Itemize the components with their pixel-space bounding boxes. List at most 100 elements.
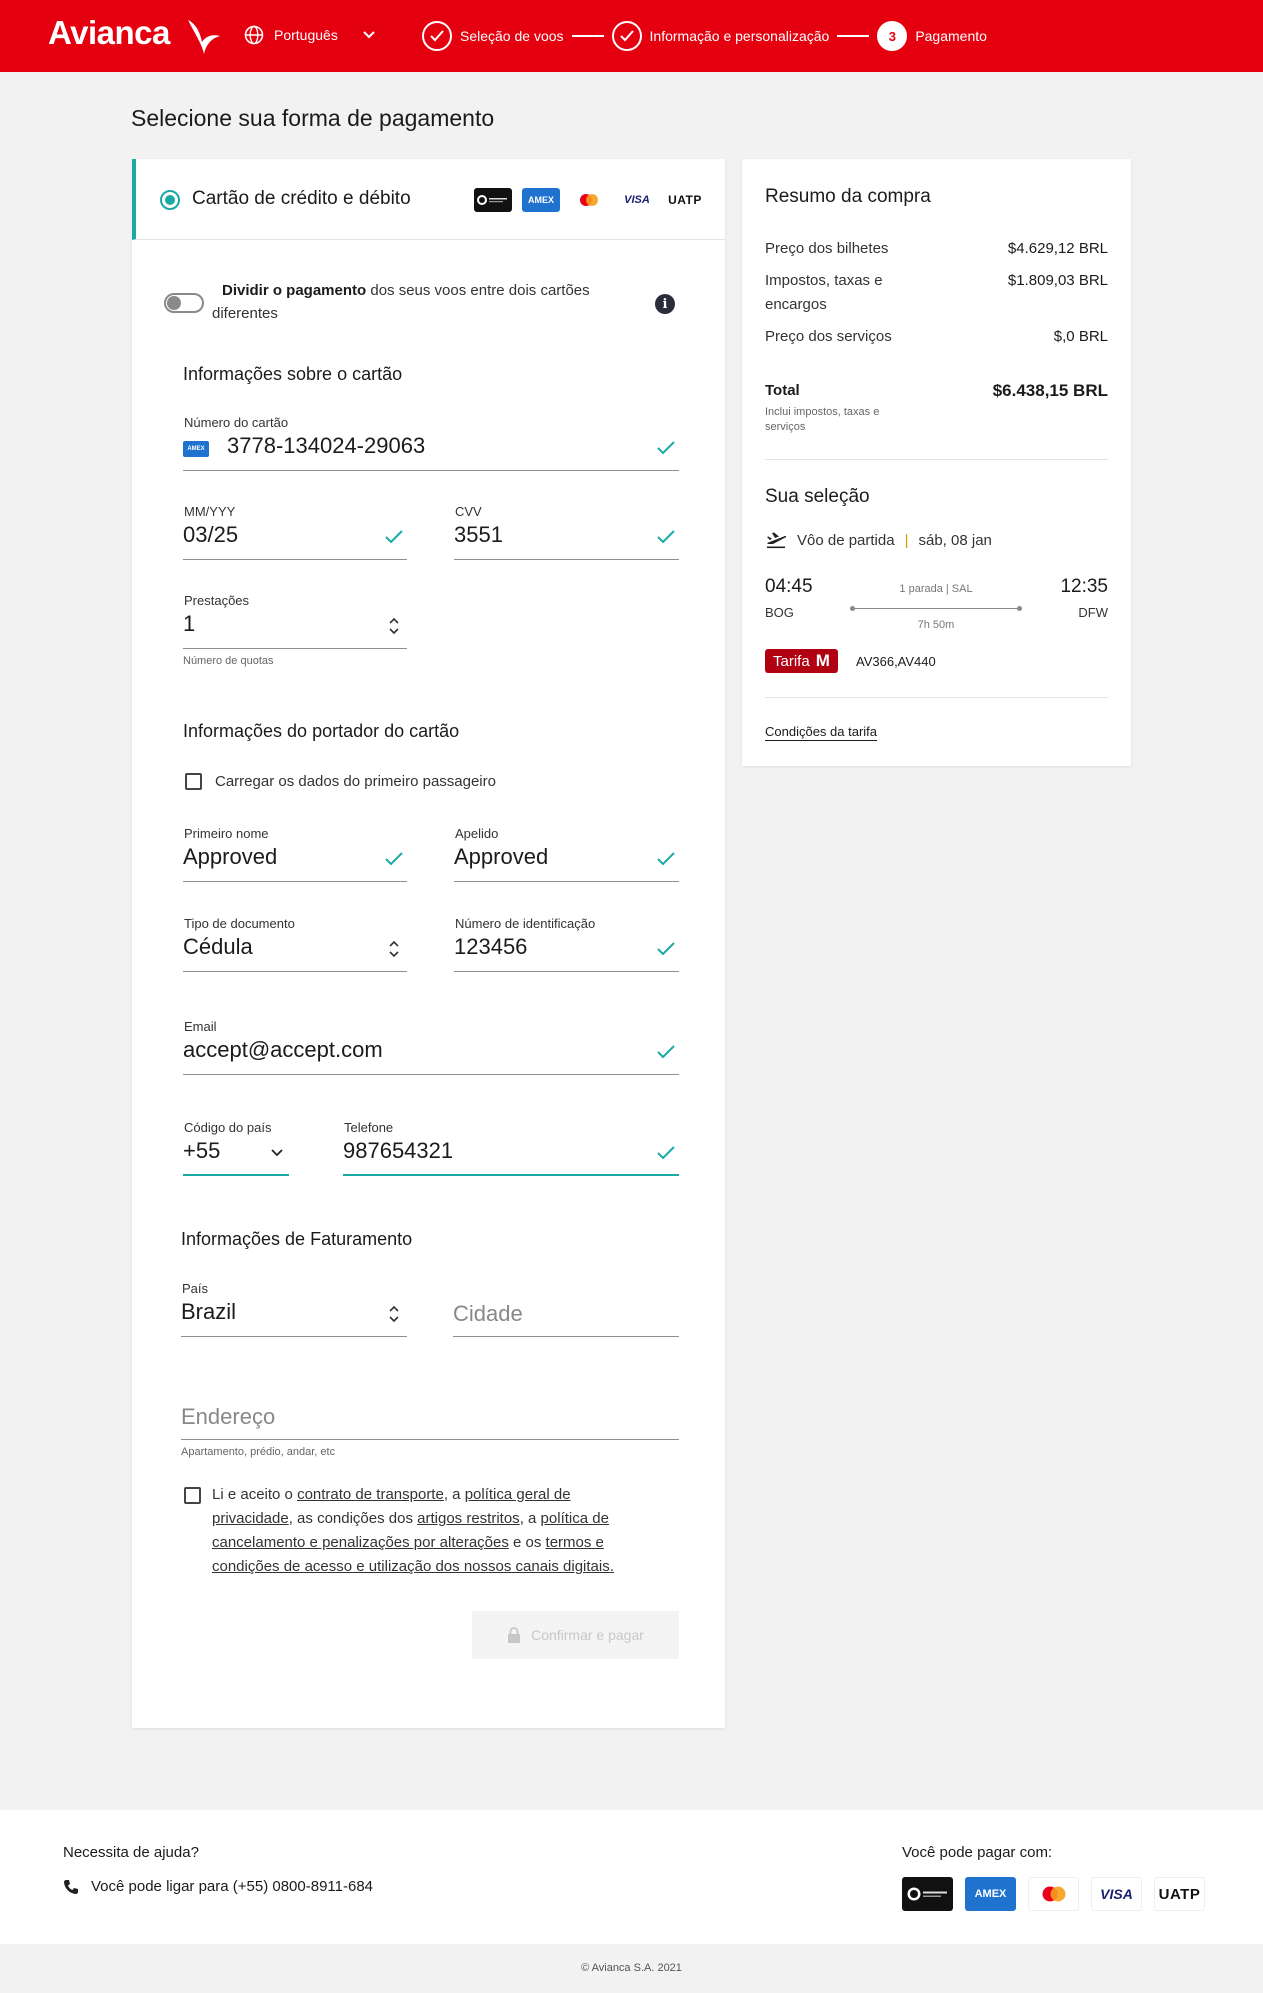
summary-total-value: $6.438,15 BRL	[992, 381, 1108, 400]
chevron-down-icon	[271, 1149, 283, 1157]
terms-text-part: , as condições dos	[288, 1510, 418, 1527]
uatp-icon: UATP	[1154, 1877, 1205, 1911]
copyright: © Avianca S.A. 2021	[0, 1944, 1263, 1993]
card-number-label: Número do cartão	[184, 415, 289, 430]
card-brands: AMEX VISA UATP	[474, 188, 704, 212]
booking-steps: Seleção de voos Informação e personaliza…	[422, 21, 987, 51]
billing-info-title: Informações de Faturamento	[181, 1229, 413, 1249]
email-field[interactable]: Email accept@accept.com	[183, 1019, 679, 1075]
route-duration: 7h 50m	[917, 619, 955, 631]
summary-row-label: Impostos, taxas e encargos	[765, 272, 883, 313]
restricted-items-link[interactable]: artigos restritos	[417, 1510, 520, 1527]
summary-total-note: Inclui impostos, taxas e serviços	[765, 406, 880, 433]
summary-total-label: Total	[765, 382, 800, 399]
city-field[interactable]: Cidade	[453, 1281, 679, 1337]
footer: Necessita de ajuda? Você pode ligar para…	[0, 1810, 1263, 1944]
first-name-label: Primeiro nome	[184, 826, 269, 841]
visa-icon: VISA	[618, 188, 656, 212]
step-connector	[837, 35, 870, 37]
avianca-logo[interactable]: Avianca	[48, 14, 170, 52]
check-icon	[385, 530, 403, 544]
payment-method-radio[interactable]	[160, 190, 180, 210]
load-passenger-checkbox[interactable]	[185, 773, 202, 790]
document-type-select[interactable]: Tipo de documento Cédula	[183, 916, 407, 972]
check-icon	[657, 942, 675, 956]
summary-title: Resumo da compra	[765, 186, 931, 207]
up-down-chevron-icon	[389, 617, 399, 635]
country-code-select[interactable]: Código do país +55	[183, 1120, 289, 1176]
installments-value: 1	[183, 611, 196, 636]
card-number-value: 3778-134024-29063	[227, 433, 426, 458]
last-name-label: Apelido	[455, 826, 499, 841]
help-phone[interactable]: Você pode ligar para (+55) 0800-8911-684	[63, 1878, 373, 1895]
help-title: Necessita de ajuda?	[63, 1844, 199, 1861]
fare-class: M	[815, 651, 830, 670]
payment-method-option[interactable]: Cartão de crédito e débito AMEX VISA UAT…	[132, 159, 725, 240]
fare-conditions-link[interactable]: Condições da tarifa	[765, 724, 878, 741]
cvv-field[interactable]: CVV 3551	[454, 504, 679, 560]
check-icon	[422, 21, 452, 51]
summary-row-value: $4.629,12 BRL	[1007, 240, 1108, 257]
transport-contract-link[interactable]: contrato de transporte	[297, 1486, 444, 1503]
country-code-label: Código do país	[184, 1120, 272, 1135]
info-icon[interactable]: i	[655, 294, 675, 314]
chevron-down-icon	[363, 31, 375, 39]
mastercard-icon	[570, 188, 608, 212]
up-down-chevron-icon	[389, 1305, 399, 1323]
diners-club-icon	[902, 1877, 953, 1911]
confirm-and-pay-button[interactable]: Confirmar e pagar	[472, 1611, 679, 1659]
step-personalization[interactable]: Informação e personalização	[611, 21, 830, 51]
check-icon	[657, 441, 675, 455]
check-icon	[657, 1146, 675, 1160]
terms-text-part: e os	[508, 1534, 546, 1551]
summary-divider	[765, 459, 1108, 460]
step-label: Pagamento	[915, 28, 987, 44]
last-name-field[interactable]: Apelido Approved	[454, 826, 679, 882]
id-number-field[interactable]: Número de identificação 123456	[454, 916, 679, 972]
globe-icon	[244, 25, 264, 45]
step-flight-selection[interactable]: Seleção de voos	[422, 21, 564, 51]
load-passenger-label: Carregar os dados do primeiro passageiro	[215, 773, 496, 790]
payment-method-label: Cartão de crédito e débito	[192, 188, 411, 209]
card-number-field[interactable]: Número do cartão AMEX 3778-134024-29063	[183, 415, 679, 471]
uatp-icon: UATP	[666, 188, 704, 212]
fare-badge: Tarifa M	[765, 649, 838, 673]
expiry-value: 03/25	[183, 522, 239, 547]
phone-field[interactable]: Telefone 987654321	[343, 1120, 679, 1176]
billing-country-label: País	[182, 1281, 209, 1296]
language-selector[interactable]: Português	[244, 25, 376, 45]
accept-terms-checkbox[interactable]	[184, 1487, 201, 1504]
route-stops: 1 parada | SAL	[899, 583, 973, 595]
summary-divider	[765, 697, 1108, 698]
payment-form-card: Cartão de crédito e débito AMEX VISA UAT…	[132, 159, 725, 1728]
expiry-field[interactable]: MM/YYY 03/25	[183, 504, 407, 560]
visa-icon: VISA	[1091, 1877, 1142, 1911]
footer-card-brands: AMEX VISA UATP	[902, 1877, 1205, 1911]
installments-select[interactable]: Prestações 1	[183, 593, 407, 649]
last-name-value: Approved	[454, 844, 549, 869]
departure-separator: |	[904, 531, 909, 549]
terms-text-part: , a	[519, 1510, 541, 1527]
fare-prefix: Tarifa	[773, 652, 810, 670]
summary-row-services: Preço dos serviços $,0 BRL	[765, 325, 1108, 349]
id-number-label: Número de identificação	[455, 916, 596, 931]
summary-row-tickets: Preço dos bilhetes $4.629,12 BRL	[765, 237, 1108, 261]
city-placeholder: Cidade	[453, 1301, 523, 1326]
flight-numbers: AV366,AV440	[856, 654, 936, 669]
departure-time: 04:45	[765, 576, 813, 597]
phone-value: 987654321	[343, 1138, 454, 1163]
confirm-and-pay-label: Confirmar e pagar	[531, 1627, 644, 1643]
amex-icon: AMEX	[522, 188, 560, 212]
page-title: Selecione sua forma de pagamento	[131, 105, 495, 131]
billing-country-select[interactable]: País Brazil	[181, 1281, 407, 1337]
departure-label: Vôo de partida	[797, 531, 895, 549]
phone-label: Telefone	[344, 1120, 394, 1135]
first-name-field[interactable]: Primeiro nome Approved	[183, 826, 407, 882]
installments-helper: Número de quotas	[183, 655, 274, 667]
split-payment-toggle[interactable]	[164, 293, 204, 313]
holder-info-title: Informações do portador do cartão	[183, 721, 460, 741]
step-label: Informação e personalização	[649, 28, 830, 44]
address-field[interactable]: Endereço	[181, 1384, 679, 1440]
amex-icon: AMEX	[965, 1877, 1016, 1911]
split-payment-bold: Dividir o pagamento	[222, 282, 367, 299]
